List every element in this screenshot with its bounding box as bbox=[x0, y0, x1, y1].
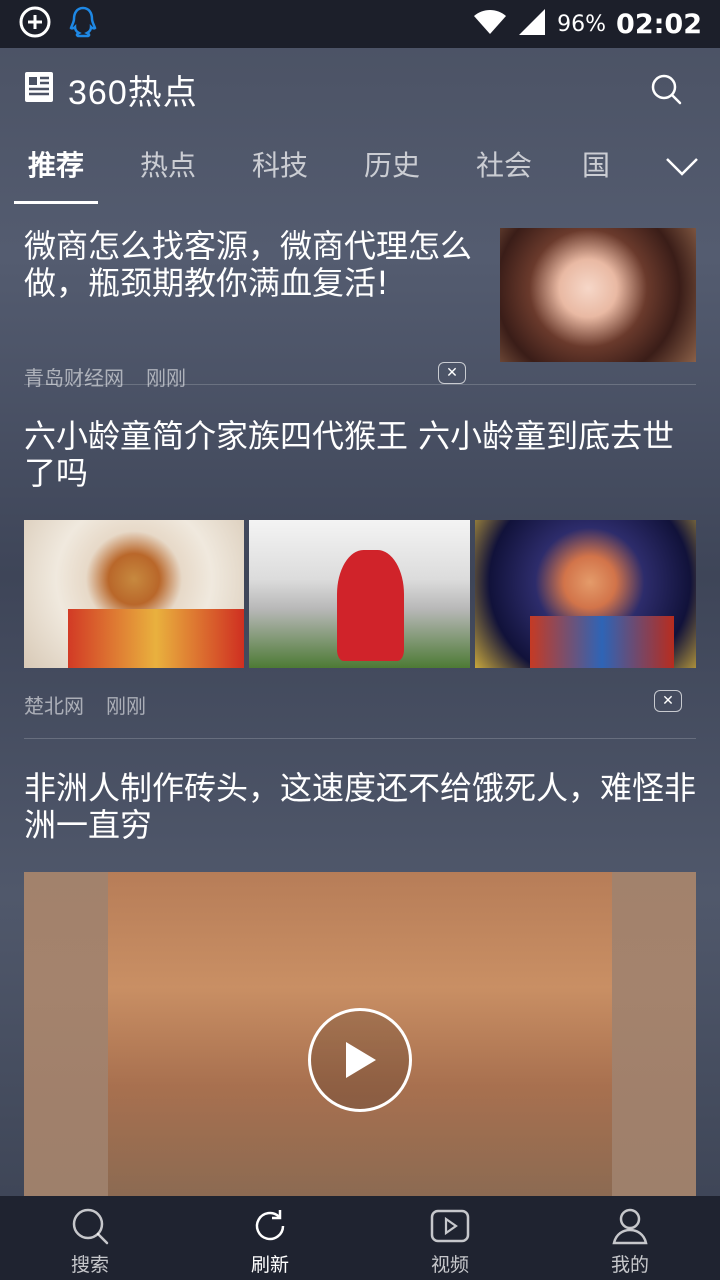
nav-video[interactable]: 视频 bbox=[360, 1196, 540, 1280]
news-thumbnail bbox=[249, 520, 470, 668]
more-tabs-button[interactable] bbox=[662, 150, 702, 184]
status-bar: 96% 02:02 bbox=[0, 0, 720, 48]
bottom-nav: 搜索 刷新 视频 我的 bbox=[0, 1196, 720, 1280]
news-card[interactable]: 非洲人制作砖头，这速度还不给饿死人，难怪非洲一直穷 bbox=[24, 770, 696, 1196]
profile-icon bbox=[612, 1208, 648, 1245]
news-thumbnail bbox=[500, 228, 696, 362]
tab-international[interactable]: 国 bbox=[560, 130, 610, 204]
app-header: 360热点 bbox=[0, 48, 720, 130]
play-icon bbox=[346, 1042, 376, 1078]
video-thumbnail[interactable] bbox=[24, 872, 696, 1196]
qq-penguin-icon bbox=[68, 5, 98, 43]
news-title: 六小龄童简介家族四代猴王 六小龄童到底去世了吗 bbox=[24, 417, 675, 492]
news-thumbnail bbox=[475, 520, 696, 668]
tab-tech[interactable]: 科技 bbox=[224, 130, 336, 204]
news-feed: 微商怎么找客源，微商代理怎么做，瓶颈期教你满血复活! 青岛财经网 刚刚 ✕ 六小… bbox=[0, 204, 720, 1196]
search-button[interactable] bbox=[646, 69, 686, 109]
divider bbox=[24, 384, 696, 385]
wifi-icon bbox=[473, 9, 507, 39]
news-thumbnail bbox=[24, 520, 244, 668]
nav-refresh[interactable]: 刷新 bbox=[180, 1196, 360, 1280]
news-title: 非洲人制作砖头，这速度还不给饿死人，难怪非洲一直穷 bbox=[24, 769, 697, 844]
news-card[interactable]: 微商怎么找客源，微商代理怎么做，瓶颈期教你满血复活! 青岛财经网 刚刚 ✕ bbox=[24, 227, 696, 390]
news-title: 微商怎么找客源，微商代理怎么做，瓶颈期教你满血复活! bbox=[24, 227, 473, 302]
chevron-down-icon bbox=[666, 158, 698, 176]
news-source: 楚北网 bbox=[24, 694, 84, 718]
news-card[interactable]: 六小龄童简介家族四代猴王 六小龄童到底去世了吗 楚北网 刚刚 ✕ bbox=[24, 418, 696, 730]
news-time: 刚刚 bbox=[106, 694, 146, 718]
battery-percent: 96% bbox=[557, 11, 607, 37]
app-title: 360热点 bbox=[68, 73, 198, 112]
nav-profile[interactable]: 我的 bbox=[540, 1196, 720, 1280]
tab-recommend[interactable]: 推荐 bbox=[0, 130, 112, 204]
play-button[interactable] bbox=[308, 1008, 412, 1112]
nav-search[interactable]: 搜索 bbox=[0, 1196, 180, 1280]
dismiss-button[interactable]: ✕ bbox=[438, 362, 466, 384]
nav-label: 搜索 bbox=[70, 1254, 109, 1276]
nav-label: 刷新 bbox=[250, 1254, 289, 1276]
news-meta: 楚北网 刚刚 bbox=[24, 690, 146, 719]
nav-label: 视频 bbox=[430, 1254, 469, 1276]
nav-label: 我的 bbox=[610, 1254, 649, 1276]
tab-society[interactable]: 社会 bbox=[448, 130, 560, 204]
search-icon bbox=[72, 1208, 109, 1245]
divider bbox=[24, 738, 696, 739]
dismiss-button[interactable]: ✕ bbox=[654, 690, 682, 712]
video-icon bbox=[430, 1209, 470, 1243]
clock: 02:02 bbox=[616, 8, 702, 40]
refresh-icon bbox=[255, 1210, 285, 1241]
news-time: 刚刚 bbox=[146, 366, 186, 390]
tab-hot[interactable]: 热点 bbox=[112, 130, 224, 204]
signal-icon bbox=[517, 8, 547, 40]
news-logo-icon bbox=[24, 71, 54, 107]
search-icon bbox=[651, 74, 682, 105]
news-source: 青岛财经网 bbox=[24, 366, 124, 390]
tab-history[interactable]: 历史 bbox=[336, 130, 448, 204]
news-meta: 青岛财经网 刚刚 bbox=[24, 362, 186, 391]
add-circle-icon bbox=[18, 5, 52, 43]
category-tabs: 推荐 热点 科技 历史 社会 国 bbox=[0, 130, 720, 204]
